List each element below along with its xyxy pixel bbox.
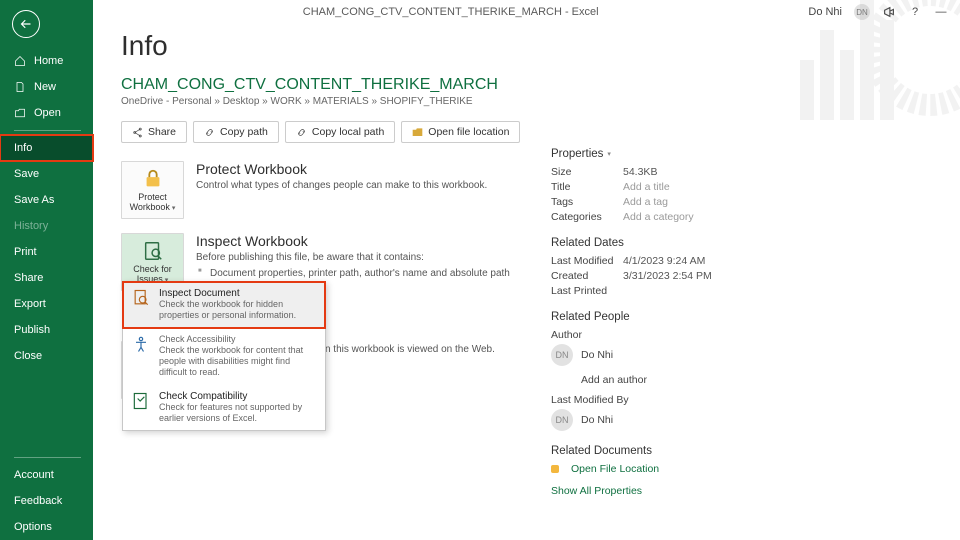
path-buttons: Share Copy path Copy local path Open fil… bbox=[121, 121, 521, 143]
backstage-sidebar: Home New Open Info Save Save As History … bbox=[0, 0, 93, 540]
section-desc: Control what types of changes people can… bbox=[196, 179, 487, 193]
share-button[interactable]: Share bbox=[121, 121, 187, 143]
sidebar-item-print[interactable]: Print bbox=[0, 239, 93, 265]
back-button[interactable] bbox=[12, 10, 40, 38]
sidebar-item-label: Close bbox=[14, 350, 42, 362]
minimize-icon[interactable]: — bbox=[934, 5, 948, 19]
sidebar-item-export[interactable]: Export bbox=[0, 291, 93, 317]
link-icon bbox=[204, 127, 215, 138]
main-content: Info CHAM_CONG_CTV_CONTENT_THERIKE_MARCH… bbox=[93, 0, 960, 540]
page-title: Info bbox=[121, 30, 521, 62]
sidebar-item-label: New bbox=[34, 81, 56, 93]
related-documents-heading: Related Documents bbox=[551, 445, 930, 457]
menu-item-check-accessibility[interactable]: Check AccessibilityCheck the workbook fo… bbox=[123, 328, 325, 385]
avatar-icon: DN bbox=[551, 409, 573, 431]
sidebar-item-label: Publish bbox=[14, 324, 50, 336]
chevron-down-icon: ▾ bbox=[607, 150, 611, 158]
sidebar-item-new[interactable]: New bbox=[0, 74, 93, 100]
prop-size: 54.3KB bbox=[623, 166, 657, 178]
sidebar-item-feedback[interactable]: Feedback bbox=[0, 488, 93, 514]
copy-local-path-button[interactable]: Copy local path bbox=[285, 121, 395, 143]
sidebar-item-home[interactable]: Home bbox=[0, 48, 93, 74]
sidebar-item-info[interactable]: Info bbox=[0, 135, 93, 161]
related-dates-heading: Related Dates bbox=[551, 237, 930, 249]
breadcrumb: OneDrive - Personal » Desktop » WORK » M… bbox=[121, 96, 521, 107]
section-title: Protect Workbook bbox=[196, 161, 487, 177]
sidebar-item-publish[interactable]: Publish bbox=[0, 317, 93, 343]
sidebar-item-label: History bbox=[14, 220, 48, 232]
sidebar-item-label: Options bbox=[14, 521, 52, 533]
sidebar-item-options[interactable]: Options bbox=[0, 514, 93, 540]
workbook-name: CHAM_CONG_CTV_CONTENT_THERIKE_MARCH bbox=[121, 76, 521, 94]
link-icon bbox=[296, 127, 307, 138]
created: 3/31/2023 2:54 PM bbox=[623, 270, 712, 282]
sidebar-item-label: Account bbox=[14, 469, 54, 481]
sidebar-item-label: Export bbox=[14, 298, 46, 310]
home-icon bbox=[14, 55, 26, 67]
sidebar-item-label: Info bbox=[14, 142, 32, 154]
sidebar-item-share[interactable]: Share bbox=[0, 265, 93, 291]
prop-categories[interactable]: Add a category bbox=[623, 211, 694, 223]
folder-icon bbox=[551, 465, 559, 473]
new-icon bbox=[14, 81, 26, 93]
open-file-location-button[interactable]: Open file location bbox=[401, 121, 520, 143]
sidebar-item-save[interactable]: Save bbox=[0, 161, 93, 187]
chevron-down-icon: ▾ bbox=[172, 205, 176, 212]
sidebar-item-save-as[interactable]: Save As bbox=[0, 187, 93, 213]
open-file-location-link[interactable]: Open File Location bbox=[551, 463, 930, 475]
share-icon bbox=[132, 127, 143, 138]
protect-workbook-section: Protect Workbook▾ Protect Workbook Contr… bbox=[121, 161, 521, 219]
sidebar-item-label: Save As bbox=[14, 194, 54, 206]
title-bar: CHAM_CONG_CTV_CONTENT_THERIKE_MARCH - Ex… bbox=[93, 0, 960, 24]
folder-icon bbox=[412, 127, 423, 138]
megaphone-icon[interactable] bbox=[882, 5, 896, 19]
lock-icon bbox=[142, 168, 164, 190]
sidebar-item-close[interactable]: Close bbox=[0, 343, 93, 369]
sidebar-item-label: Feedback bbox=[14, 495, 62, 507]
sidebar-item-history: History bbox=[0, 213, 93, 239]
prop-tags[interactable]: Add a tag bbox=[623, 196, 668, 208]
sidebar-item-account[interactable]: Account bbox=[0, 462, 93, 488]
compatibility-icon bbox=[131, 391, 151, 411]
section-lead: Before publishing this file, be aware th… bbox=[196, 251, 510, 265]
window-title: CHAM_CONG_CTV_CONTENT_THERIKE_MARCH - Ex… bbox=[93, 6, 808, 18]
sidebar-item-label: Save bbox=[14, 168, 39, 180]
sidebar-item-label: Share bbox=[14, 272, 43, 284]
properties-heading[interactable]: Properties▾ bbox=[551, 148, 611, 160]
current-user-name: Do Nhi bbox=[808, 6, 842, 18]
avatar-icon: DN bbox=[551, 344, 573, 366]
sidebar-item-label: Home bbox=[34, 55, 63, 67]
menu-item-inspect-document[interactable]: Inspect DocumentCheck the workbook for h… bbox=[123, 282, 325, 328]
protect-workbook-tile[interactable]: Protect Workbook▾ bbox=[121, 161, 184, 219]
section-title: Inspect Workbook bbox=[196, 233, 510, 249]
author-person[interactable]: DNDo Nhi bbox=[551, 344, 930, 366]
accessibility-icon bbox=[131, 334, 151, 354]
inspect-icon bbox=[142, 240, 164, 262]
menu-item-check-compatibility[interactable]: Check CompatibilityCheck for features no… bbox=[123, 385, 325, 431]
title-bar-right: Do Nhi DN ? — bbox=[808, 4, 960, 20]
sidebar-item-open[interactable]: Open bbox=[0, 100, 93, 126]
show-all-properties-link[interactable]: Show All Properties bbox=[551, 485, 930, 497]
sidebar-item-label: Print bbox=[14, 246, 37, 258]
sidebar-item-label: Open bbox=[34, 107, 61, 119]
prop-title[interactable]: Add a title bbox=[623, 181, 670, 193]
inspect-document-icon bbox=[131, 288, 151, 308]
add-author[interactable]: Add an author bbox=[581, 374, 930, 386]
inspect-bullet: Document properties, printer path, autho… bbox=[196, 268, 510, 279]
user-avatar[interactable]: DN bbox=[854, 4, 870, 20]
help-icon[interactable]: ? bbox=[908, 5, 922, 19]
properties-pane: Properties▾ Size54.3KB TitleAdd a title … bbox=[551, 30, 960, 540]
last-modified: 4/1/2023 9:24 AM bbox=[623, 255, 705, 267]
related-people-heading: Related People bbox=[551, 311, 930, 323]
copy-path-button[interactable]: Copy path bbox=[193, 121, 279, 143]
check-for-issues-menu: Inspect DocumentCheck the workbook for h… bbox=[122, 281, 326, 431]
last-modified-by-person[interactable]: DNDo Nhi bbox=[551, 409, 930, 431]
open-icon bbox=[14, 107, 26, 119]
